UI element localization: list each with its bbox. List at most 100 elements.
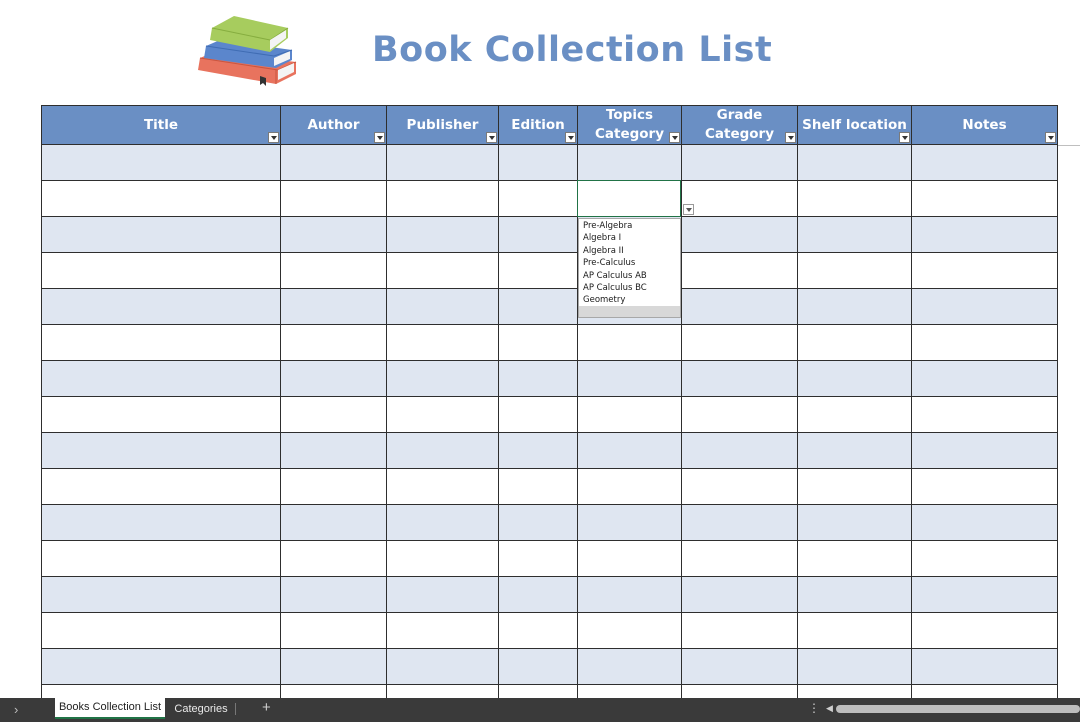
table-cell[interactable] — [280, 252, 387, 289]
table-cell[interactable] — [386, 612, 499, 649]
table-cell[interactable] — [681, 432, 798, 469]
table-cell[interactable] — [386, 216, 499, 253]
table-cell[interactable] — [498, 540, 578, 577]
table-cell[interactable] — [797, 612, 912, 649]
active-cell[interactable] — [577, 180, 681, 217]
table-cell[interactable] — [911, 180, 1058, 217]
sheet-tab-books-collection-list[interactable]: Books Collection List — [55, 698, 165, 719]
table-cell[interactable] — [681, 324, 798, 361]
table-cell[interactable] — [681, 648, 798, 685]
table-cell[interactable] — [577, 612, 682, 649]
table-cell[interactable] — [498, 324, 578, 361]
table-cell[interactable] — [577, 432, 682, 469]
table-cell[interactable] — [280, 504, 387, 541]
table-cell[interactable] — [577, 144, 682, 181]
table-cell[interactable] — [280, 216, 387, 253]
table-cell[interactable] — [386, 576, 499, 613]
table-cell[interactable] — [911, 612, 1058, 649]
table-cell[interactable] — [41, 216, 281, 253]
table-cell[interactable] — [911, 648, 1058, 685]
more-options-icon[interactable]: ⋮ — [808, 701, 820, 715]
table-cell[interactable] — [681, 612, 798, 649]
table-cell[interactable] — [797, 360, 912, 397]
table-cell[interactable] — [41, 648, 281, 685]
table-cell[interactable] — [577, 324, 682, 361]
table-cell[interactable] — [498, 504, 578, 541]
table-cell[interactable] — [681, 540, 798, 577]
table-cell[interactable] — [577, 540, 682, 577]
table-cell[interactable] — [280, 396, 387, 433]
dropdown-empty-option[interactable] — [579, 306, 680, 317]
table-cell[interactable] — [41, 252, 281, 289]
table-cell[interactable] — [280, 288, 387, 325]
table-cell[interactable] — [41, 504, 281, 541]
table-cell[interactable] — [280, 612, 387, 649]
table-cell[interactable] — [280, 432, 387, 469]
table-cell[interactable] — [498, 216, 578, 253]
table-cell[interactable] — [498, 180, 578, 217]
dropdown-option[interactable]: Algebra I — [579, 232, 680, 244]
filter-dropdown-icon[interactable] — [374, 132, 385, 143]
table-cell[interactable] — [41, 576, 281, 613]
table-cell[interactable] — [386, 432, 499, 469]
table-cell[interactable] — [41, 432, 281, 469]
table-cell[interactable] — [498, 432, 578, 469]
validation-dropdown-list[interactable]: Pre-Algebra Algebra I Algebra II Pre-Cal… — [578, 218, 681, 318]
table-cell[interactable] — [41, 180, 281, 217]
filter-dropdown-icon[interactable] — [565, 132, 576, 143]
table-cell[interactable] — [386, 396, 499, 433]
table-cell[interactable] — [577, 360, 682, 397]
table-cell[interactable] — [498, 288, 578, 325]
table-cell[interactable] — [681, 144, 798, 181]
sheet-tab-categories[interactable]: Categories — [170, 698, 232, 720]
filter-dropdown-icon[interactable] — [1045, 132, 1056, 143]
table-cell[interactable] — [41, 540, 281, 577]
chevron-right-icon[interactable]: › — [14, 702, 18, 717]
table-cell[interactable] — [911, 432, 1058, 469]
table-cell[interactable] — [797, 144, 912, 181]
table-cell[interactable] — [386, 144, 499, 181]
dropdown-option[interactable]: Geometry — [579, 294, 680, 306]
table-cell[interactable] — [681, 216, 798, 253]
table-cell[interactable] — [681, 468, 798, 505]
dropdown-option[interactable]: Algebra II — [579, 245, 680, 257]
filter-dropdown-icon[interactable] — [899, 132, 910, 143]
table-cell[interactable] — [41, 324, 281, 361]
table-cell[interactable] — [386, 288, 499, 325]
table-cell[interactable] — [41, 612, 281, 649]
filter-dropdown-icon[interactable] — [268, 132, 279, 143]
table-cell[interactable] — [577, 648, 682, 685]
table-cell[interactable] — [386, 648, 499, 685]
table-cell[interactable] — [498, 612, 578, 649]
table-cell[interactable] — [41, 468, 281, 505]
table-cell[interactable] — [681, 576, 798, 613]
table-cell[interactable] — [911, 504, 1058, 541]
filter-dropdown-icon[interactable] — [785, 132, 796, 143]
dropdown-option[interactable]: Pre-Algebra — [579, 220, 680, 232]
table-cell[interactable] — [797, 180, 912, 217]
table-cell[interactable] — [681, 252, 798, 289]
table-cell[interactable] — [911, 360, 1058, 397]
table-cell[interactable] — [681, 360, 798, 397]
table-cell[interactable] — [41, 396, 281, 433]
table-cell[interactable] — [280, 180, 387, 217]
table-cell[interactable] — [41, 144, 281, 181]
table-cell[interactable] — [797, 288, 912, 325]
table-cell[interactable] — [681, 396, 798, 433]
table-cell[interactable] — [797, 216, 912, 253]
table-cell[interactable] — [386, 468, 499, 505]
horizontal-scrollbar[interactable] — [836, 705, 1080, 713]
table-cell[interactable] — [280, 360, 387, 397]
dropdown-option[interactable]: AP Calculus AB — [579, 270, 680, 282]
table-cell[interactable] — [280, 144, 387, 181]
table-cell[interactable] — [681, 504, 798, 541]
table-cell[interactable] — [498, 468, 578, 505]
table-cell[interactable] — [280, 576, 387, 613]
table-cell[interactable] — [386, 540, 499, 577]
table-cell[interactable] — [498, 360, 578, 397]
table-cell[interactable] — [911, 468, 1058, 505]
table-cell[interactable] — [498, 252, 578, 289]
table-cell[interactable] — [498, 396, 578, 433]
table-cell[interactable] — [911, 324, 1058, 361]
table-cell[interactable] — [911, 288, 1058, 325]
